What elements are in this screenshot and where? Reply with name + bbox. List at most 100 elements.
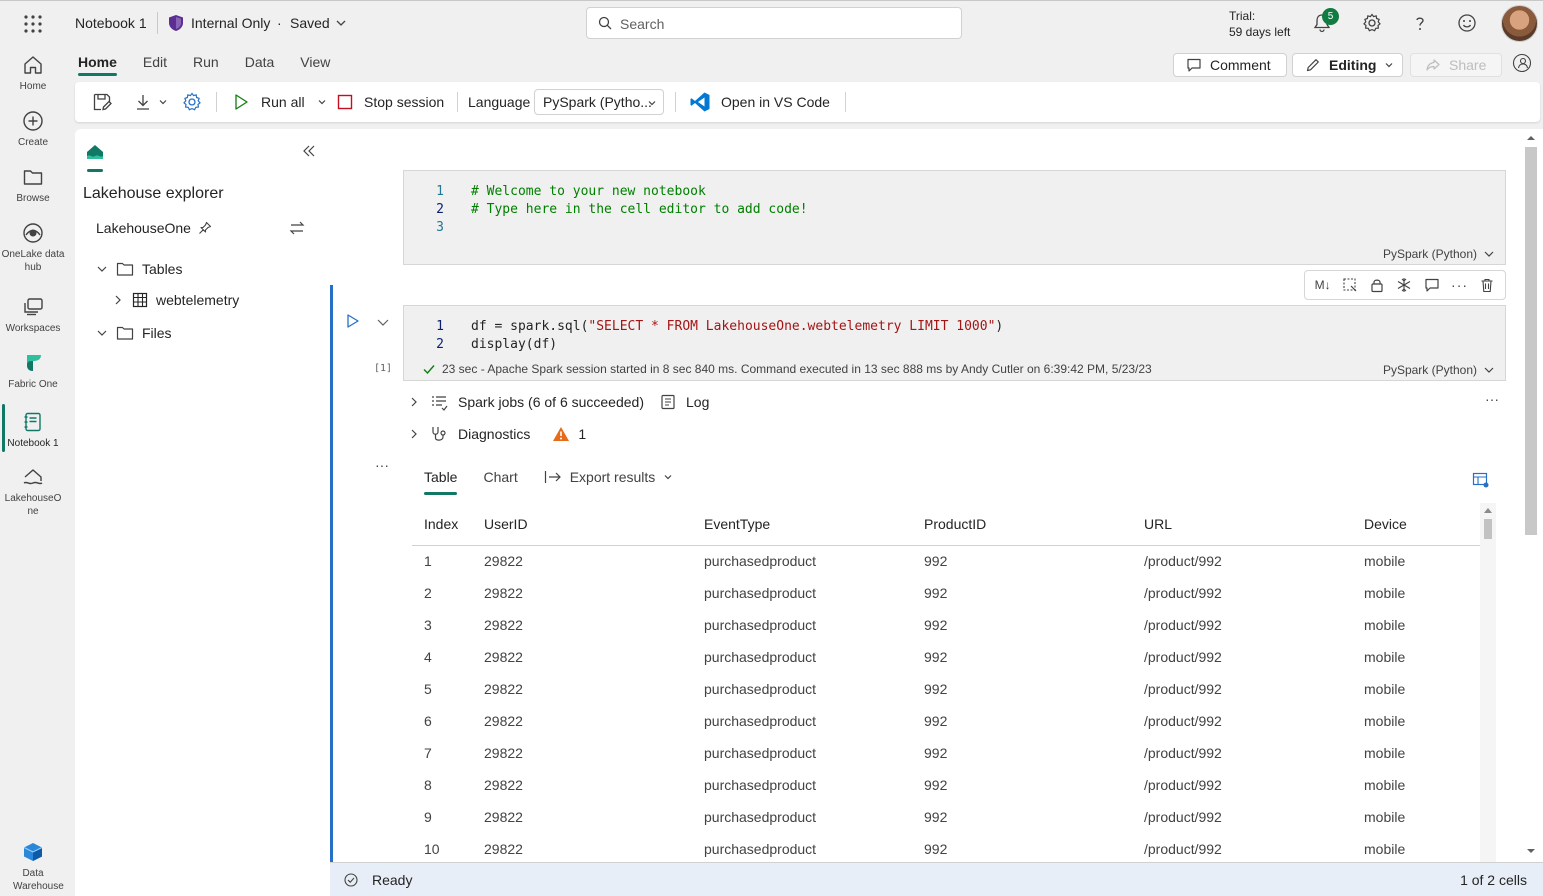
tab-home[interactable]: Home [78, 54, 117, 76]
scrollbar-thumb[interactable] [1525, 147, 1537, 535]
rail-item-onelake[interactable]: OneLake data hub [0, 222, 66, 274]
markdown-toggle-icon[interactable]: M↓ [1315, 278, 1331, 292]
code-string: "SELECT * FROM LakehouseOne.webtelemetry… [588, 319, 996, 334]
rail-item-browse[interactable]: Browse [0, 166, 66, 205]
rail-item-fabric-one[interactable]: Fabric One [0, 352, 66, 391]
search-input[interactable]: Search [586, 7, 962, 39]
freeze-icon[interactable] [1396, 277, 1412, 293]
tree-item-webtelemetry[interactable]: webtelemetry [112, 292, 239, 308]
run-all-button[interactable]: Run all [233, 82, 327, 122]
table-cell: 29822 [484, 617, 523, 633]
more-options-icon[interactable]: ··· [1485, 391, 1499, 407]
lock-icon[interactable] [1369, 277, 1385, 293]
column-header[interactable]: UserID [472, 503, 692, 546]
tab-table[interactable]: Table [424, 469, 458, 495]
switch-lakehouse-icon[interactable] [289, 220, 305, 236]
tab-chart[interactable]: Chart [483, 469, 517, 485]
column-header[interactable]: Device [1352, 503, 1480, 546]
divider [845, 92, 846, 112]
tree-item-tables[interactable]: Tables [96, 260, 182, 278]
scroll-up-icon[interactable] [1484, 507, 1492, 513]
rail-item-notebook[interactable]: Notebook 1 [0, 411, 66, 450]
lakehouse-icon[interactable] [85, 142, 105, 162]
export-icon [544, 471, 561, 483]
tab-edit[interactable]: Edit [143, 54, 167, 70]
cell-language-select[interactable]: PySpark (Python) [1383, 247, 1495, 261]
rail-item-home[interactable]: Home [0, 54, 66, 93]
app-launcher-icon[interactable] [22, 13, 44, 35]
run-cell-icon[interactable] [346, 313, 360, 329]
chevron-down-icon[interactable] [376, 315, 390, 329]
sensitivity-label[interactable]: Internal Only [191, 15, 270, 31]
tab-data[interactable]: Data [245, 54, 275, 70]
line-number: 1 [436, 184, 444, 199]
save-notebook-button[interactable] [92, 82, 112, 122]
tab-run[interactable]: Run [193, 54, 219, 70]
table-cell: 29822 [484, 553, 523, 570]
scrollbar-thumb[interactable] [1484, 519, 1492, 539]
help-icon[interactable] [1410, 13, 1430, 33]
chevron-down-icon [1484, 251, 1494, 257]
notebook-scrollbar[interactable] [1523, 129, 1539, 862]
table-settings-icon[interactable] [1472, 471, 1490, 489]
save-state: Saved [290, 15, 330, 31]
column-header[interactable]: Index [412, 503, 472, 546]
avatar[interactable] [1501, 5, 1538, 42]
log-link[interactable]: Log [686, 394, 709, 410]
settings-button[interactable] [182, 82, 202, 122]
people-icon[interactable] [1512, 53, 1536, 77]
delete-icon[interactable] [1479, 277, 1495, 293]
cell-language-select[interactable]: PySpark (Python) [1383, 363, 1495, 377]
scroll-down-icon[interactable] [1523, 845, 1539, 857]
collapse-pane-icon[interactable] [302, 144, 316, 158]
share-button[interactable]: Share [1410, 53, 1502, 77]
more-options-icon[interactable]: ··· [375, 457, 389, 473]
rail-item-data-warehouse[interactable]: Data Warehouse [0, 841, 66, 893]
table-cell: mobile [1364, 617, 1406, 633]
tree-label: webtelemetry [156, 292, 240, 308]
stop-icon [337, 94, 353, 110]
feedback-smiley-icon[interactable] [1457, 13, 1477, 33]
tree-item-files[interactable]: Files [96, 324, 172, 342]
scroll-up-icon[interactable] [1523, 132, 1539, 144]
tab-view[interactable]: View [300, 54, 330, 70]
select-cell-icon[interactable] [1342, 277, 1358, 293]
pin-icon[interactable] [198, 221, 212, 235]
code-cell-2[interactable]: 1 df = spark.sql("SELECT * FROM Lakehous… [403, 305, 1506, 381]
column-header[interactable]: EventType [692, 503, 912, 546]
diagnostics-row[interactable]: Diagnostics 1 [408, 425, 586, 443]
language-select[interactable]: PySpark (Pytho... [534, 89, 664, 115]
more-options-icon[interactable]: ··· [1451, 277, 1468, 293]
download-button[interactable] [134, 82, 168, 122]
table-cell: 992 [924, 617, 948, 633]
rail-item-workspaces[interactable]: Workspaces [0, 296, 66, 335]
folder-icon [23, 170, 43, 185]
code-line: display(df) [471, 337, 558, 352]
comment-icon[interactable] [1424, 277, 1440, 293]
comment-button[interactable]: Comment [1173, 53, 1287, 77]
rail-item-create[interactable]: Create [0, 110, 66, 149]
table-cell: 2 [424, 585, 432, 601]
table-cell: /product/992 [1144, 585, 1222, 601]
chevron-down-icon[interactable] [335, 17, 347, 29]
column-header[interactable]: URL [1132, 503, 1352, 546]
cell-toolbar: M↓ ··· [1304, 270, 1506, 300]
code-cell-1[interactable]: 1 # Welcome to your new notebook 2 # Typ… [403, 170, 1506, 265]
trial-status[interactable]: Trial: 59 days left [1229, 8, 1290, 40]
column-header[interactable]: ProductID [912, 503, 1132, 546]
rail-item-lakehouse[interactable]: LakehouseOne [0, 466, 66, 518]
rail-label: OneLake data hub [1, 249, 65, 273]
table-cell: 8 [424, 777, 432, 793]
lakehouse-name[interactable]: LakehouseOne [96, 220, 191, 236]
notebook-title[interactable]: Notebook 1 [75, 15, 147, 31]
table-scrollbar[interactable] [1480, 503, 1496, 862]
open-vscode-button[interactable]: Open in VS Code [689, 82, 830, 122]
export-results-button[interactable]: Export results [544, 469, 674, 485]
status-text: 23 sec - Apache Spark session started in… [442, 362, 1152, 376]
table-cell: 992 [924, 713, 948, 729]
vscode-icon [690, 92, 710, 112]
gear-icon[interactable] [1362, 13, 1382, 33]
editing-mode-button[interactable]: Editing [1292, 53, 1403, 77]
stop-session-button[interactable]: Stop session [337, 82, 444, 122]
spark-jobs-row[interactable]: Spark jobs (6 of 6 succeeded) Log [408, 393, 709, 411]
